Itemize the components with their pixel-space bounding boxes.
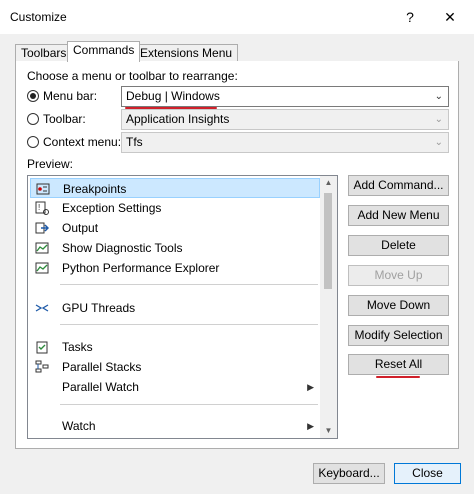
list-item-label: Parallel Watch bbox=[62, 380, 139, 394]
add-new-menu-button[interactable]: Add New Menu bbox=[348, 205, 449, 226]
list-item-label: Output bbox=[62, 221, 99, 235]
list-item-label: Watch bbox=[62, 419, 96, 433]
toolbar-radio[interactable] bbox=[27, 113, 39, 125]
menu-bar-dropdown[interactable]: Debug | Windows ⌄ bbox=[121, 86, 449, 107]
help-icon[interactable]: ? bbox=[392, 4, 428, 30]
chevron-down-icon: ⌄ bbox=[434, 91, 443, 102]
scrollbar-thumb[interactable] bbox=[324, 193, 332, 289]
context-menu-label: Context menu: bbox=[43, 135, 122, 149]
list-item-show-diagnostic-tools[interactable]: Show Diagnostic Tools bbox=[30, 238, 320, 258]
toolbar-dropdown[interactable]: Application Insights ⌄ bbox=[121, 109, 449, 130]
list-item-label: Python Performance Explorer bbox=[62, 261, 220, 275]
scroll-up-icon[interactable]: ▲ bbox=[320, 178, 337, 187]
list-item-parallel-stacks[interactable]: Parallel Stacks bbox=[30, 357, 320, 377]
list-separator bbox=[60, 284, 318, 285]
chevron-down-icon: ⌄ bbox=[434, 137, 443, 148]
tasks-icon bbox=[36, 341, 48, 354]
list-item-breakpoints[interactable]: Breakpoints bbox=[30, 178, 320, 198]
modify-selection-button[interactable]: Modify Selection bbox=[348, 325, 449, 346]
close-button[interactable]: Close bbox=[394, 463, 461, 484]
preview-list[interactable]: Breakpoints ! Exception Settings Output … bbox=[27, 175, 338, 439]
tab-toolbars[interactable]: Toolbars bbox=[15, 44, 73, 62]
toolbar-label: Toolbar: bbox=[43, 112, 86, 126]
menu-bar-radio[interactable] bbox=[27, 90, 39, 102]
close-icon[interactable]: ✕ bbox=[432, 4, 468, 30]
exception-settings-icon: ! bbox=[35, 201, 49, 215]
list-item-label: Exception Settings bbox=[62, 201, 162, 215]
tab-commands[interactable]: Commands bbox=[67, 41, 141, 62]
list-item-python-performance-explorer[interactable]: Python Performance Explorer bbox=[30, 258, 320, 278]
menu-bar-value: Debug | Windows bbox=[126, 89, 220, 103]
keyboard-button[interactable]: Keyboard... bbox=[313, 463, 385, 484]
reset-all-button[interactable]: Reset All bbox=[348, 354, 449, 375]
list-item-label: Parallel Stacks bbox=[62, 360, 142, 374]
menu-bar-label: Menu bar: bbox=[43, 89, 98, 103]
window-title: Customize bbox=[10, 10, 67, 24]
delete-button[interactable]: Delete bbox=[348, 235, 449, 256]
svg-text:!: ! bbox=[38, 203, 40, 212]
chevron-right-icon: ▶ bbox=[307, 421, 314, 431]
move-up-button[interactable]: Move Up bbox=[348, 265, 449, 286]
list-item-exception-settings[interactable]: ! Exception Settings bbox=[30, 198, 320, 218]
list-item-parallel-watch[interactable]: Parallel Watch ▶ bbox=[30, 377, 320, 397]
breakpoints-icon bbox=[36, 183, 50, 195]
context-menu-value: Tfs bbox=[126, 135, 143, 149]
add-command-button[interactable]: Add Command... bbox=[348, 175, 449, 196]
list-item-gpu-threads[interactable]: GPU Threads bbox=[30, 298, 320, 318]
annotation-underline-reset-all bbox=[376, 376, 420, 378]
gpu-threads-icon bbox=[35, 304, 49, 312]
move-down-button[interactable]: Move Down bbox=[348, 295, 449, 316]
list-item-label: Tasks bbox=[62, 340, 93, 354]
list-item-label: Show Diagnostic Tools bbox=[62, 241, 183, 255]
list-item-watch[interactable]: Watch ▶ bbox=[30, 416, 320, 436]
list-separator bbox=[60, 324, 318, 325]
list-item-output[interactable]: Output bbox=[30, 218, 320, 238]
context-menu-dropdown[interactable]: Tfs ⌄ bbox=[121, 132, 449, 153]
prompt-label: Choose a menu or toolbar to rearrange: bbox=[27, 69, 238, 83]
chevron-down-icon: ⌄ bbox=[434, 114, 443, 125]
diagnostic-tools-icon bbox=[35, 242, 49, 254]
list-item-label: GPU Threads bbox=[62, 301, 136, 315]
context-menu-radio[interactable] bbox=[27, 136, 39, 148]
chevron-right-icon: ▶ bbox=[307, 382, 314, 392]
toolbar-value: Application Insights bbox=[126, 112, 230, 126]
scroll-down-icon[interactable]: ▼ bbox=[320, 426, 337, 435]
list-item-label: Breakpoints bbox=[63, 182, 127, 196]
list-item-tasks[interactable]: Tasks bbox=[30, 337, 320, 357]
parallel-stacks-icon bbox=[35, 360, 49, 373]
output-icon bbox=[35, 222, 49, 234]
list-separator bbox=[60, 404, 318, 405]
preview-scrollbar[interactable]: ▲ ▼ bbox=[320, 176, 337, 438]
tab-extensions-menu[interactable]: Extensions Menu bbox=[134, 44, 239, 62]
performance-explorer-icon bbox=[35, 262, 49, 274]
preview-label: Preview: bbox=[27, 157, 74, 171]
